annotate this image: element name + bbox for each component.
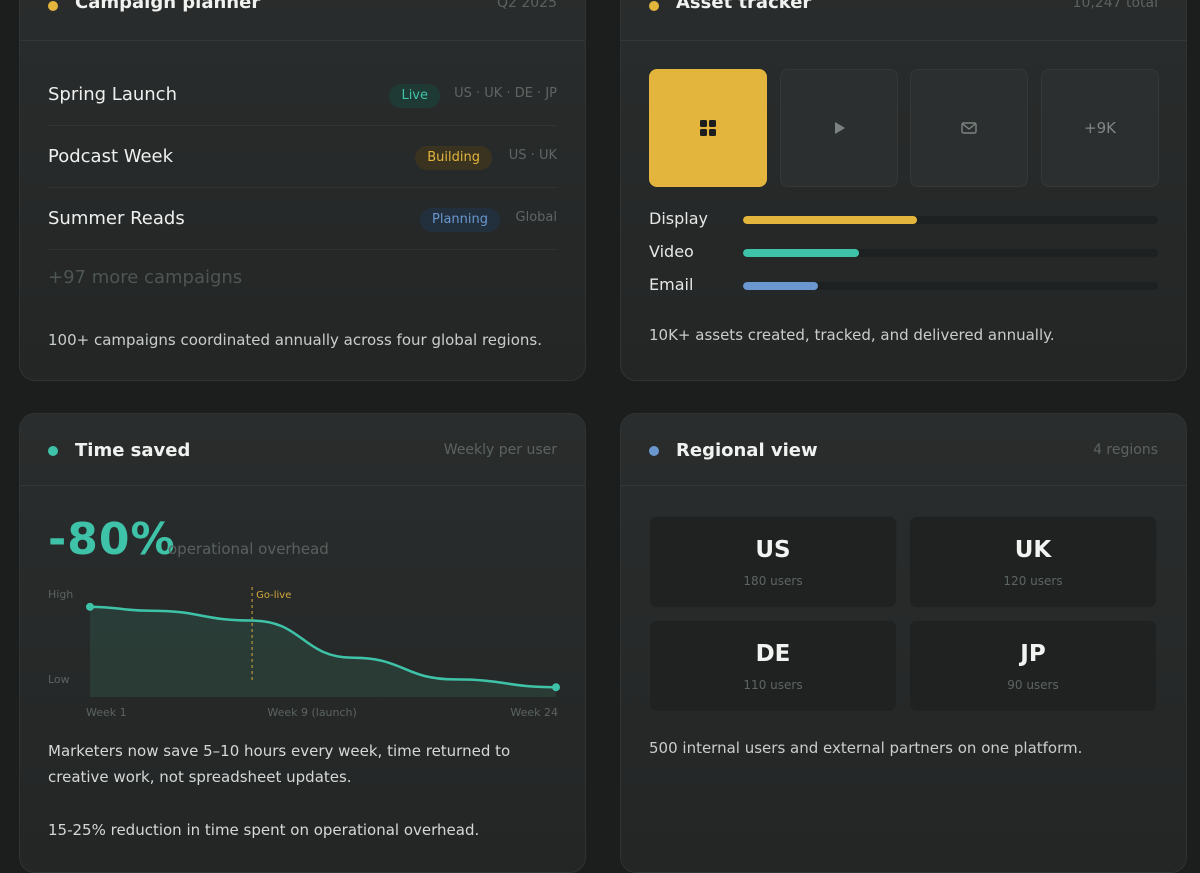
progress-bar-video (743, 249, 1158, 257)
card-meta: Q2 2025 (496, 0, 557, 11)
region-code: JP (1020, 641, 1046, 667)
x-tick-label: Week 9 (launch) (267, 706, 356, 719)
region-card-us[interactable]: US 180 users (649, 516, 897, 608)
card-meta: 4 regions (1093, 442, 1158, 458)
bar-label-video: Video (649, 242, 694, 261)
x-tick-label: Week 1 (86, 706, 127, 719)
card-header: Campaign planner Q2 2025 (20, 0, 585, 41)
asset-tile-display[interactable] (649, 69, 767, 187)
card-header: Asset tracker 10,247 total (621, 0, 1186, 41)
campaign-name: Summer Reads (48, 208, 185, 229)
mail-icon (961, 122, 977, 134)
more-assets-count: +9K (1084, 119, 1116, 137)
chart-start-point (86, 602, 94, 611)
progress-fill (743, 282, 818, 290)
status-badge: Live (389, 84, 440, 108)
time-saved-summary: 15-25% reduction in time spent on operat… (48, 821, 480, 839)
asset-footnote: 10K+ assets created, tracked, and delive… (649, 326, 1055, 344)
bar-label-email: Email (649, 275, 694, 294)
campaign-planner-card: Campaign planner Q2 2025 Spring Launch L… (19, 0, 586, 381)
campaign-footnote: 100+ campaigns coordinated annually acro… (48, 331, 542, 349)
progress-bar-display (743, 216, 1158, 224)
region-users: 180 users (743, 574, 803, 588)
chart-end-point (552, 683, 560, 692)
y-label-low: Low (48, 673, 70, 686)
region-code: DE (755, 641, 791, 667)
campaign-row-podcast-week[interactable]: Podcast Week Building US · UK (48, 126, 557, 188)
asset-tile-more[interactable]: +9K (1041, 69, 1159, 187)
campaign-regions: US · UK (508, 148, 557, 163)
status-dot (649, 1, 659, 11)
go-live-label: Go-live (256, 590, 291, 601)
campaign-regions: US · UK · DE · JP (454, 86, 557, 101)
y-label-high: High (48, 588, 73, 601)
campaign-row-summer-reads[interactable]: Summer Reads Planning Global (48, 188, 557, 250)
status-badge: Planning (420, 208, 500, 232)
status-dot (48, 1, 58, 11)
progress-bar-email (743, 282, 1158, 290)
bar-label-display: Display (649, 209, 708, 228)
regional-view-card: Regional view 4 regions US 180 users UK … (620, 413, 1187, 873)
campaign-name: Podcast Week (48, 146, 174, 167)
asset-tile-email[interactable] (910, 69, 1028, 187)
progress-fill (743, 249, 860, 257)
x-tick-label: Week 24 (510, 706, 558, 719)
region-card-jp[interactable]: JP 90 users (909, 620, 1157, 712)
play-icon (835, 122, 845, 134)
card-title: Regional view (676, 440, 818, 461)
card-header: Regional view 4 regions (621, 414, 1186, 486)
asset-tile-video[interactable] (780, 69, 898, 187)
region-users: 120 users (1003, 574, 1063, 588)
region-code: US (755, 537, 791, 563)
campaign-regions: Global (515, 210, 557, 225)
time-saved-chart: High Low Go-live Week 1 Week 9 (launch) … (48, 587, 560, 719)
card-title: Asset tracker (676, 0, 812, 13)
campaign-name: Spring Launch (48, 84, 177, 105)
more-campaigns-link[interactable]: +97 more campaigns (48, 267, 242, 288)
progress-fill (743, 216, 918, 224)
card-title: Campaign planner (75, 0, 261, 13)
time-saved-card: Time saved Weekly per user -80% operatio… (19, 413, 586, 873)
status-badge: Building (415, 146, 492, 170)
region-card-uk[interactable]: UK 120 users (909, 516, 1157, 608)
time-saved-description: Marketers now save 5–10 hours every week… (48, 742, 511, 786)
campaign-row-spring-launch[interactable]: Spring Launch Live US · UK · DE · JP (48, 64, 557, 126)
region-code: UK (1014, 537, 1052, 563)
card-meta: 10,247 total (1072, 0, 1158, 11)
regional-footnote: 500 internal users and external partners… (649, 739, 1083, 757)
region-users: 110 users (743, 678, 803, 692)
asset-tracker-card: Asset tracker 10,247 total +9K Display V… (620, 0, 1187, 381)
region-users: 90 users (1007, 678, 1059, 692)
region-card-de[interactable]: DE 110 users (649, 620, 897, 712)
status-dot (649, 446, 659, 456)
grid-icon (700, 120, 716, 136)
